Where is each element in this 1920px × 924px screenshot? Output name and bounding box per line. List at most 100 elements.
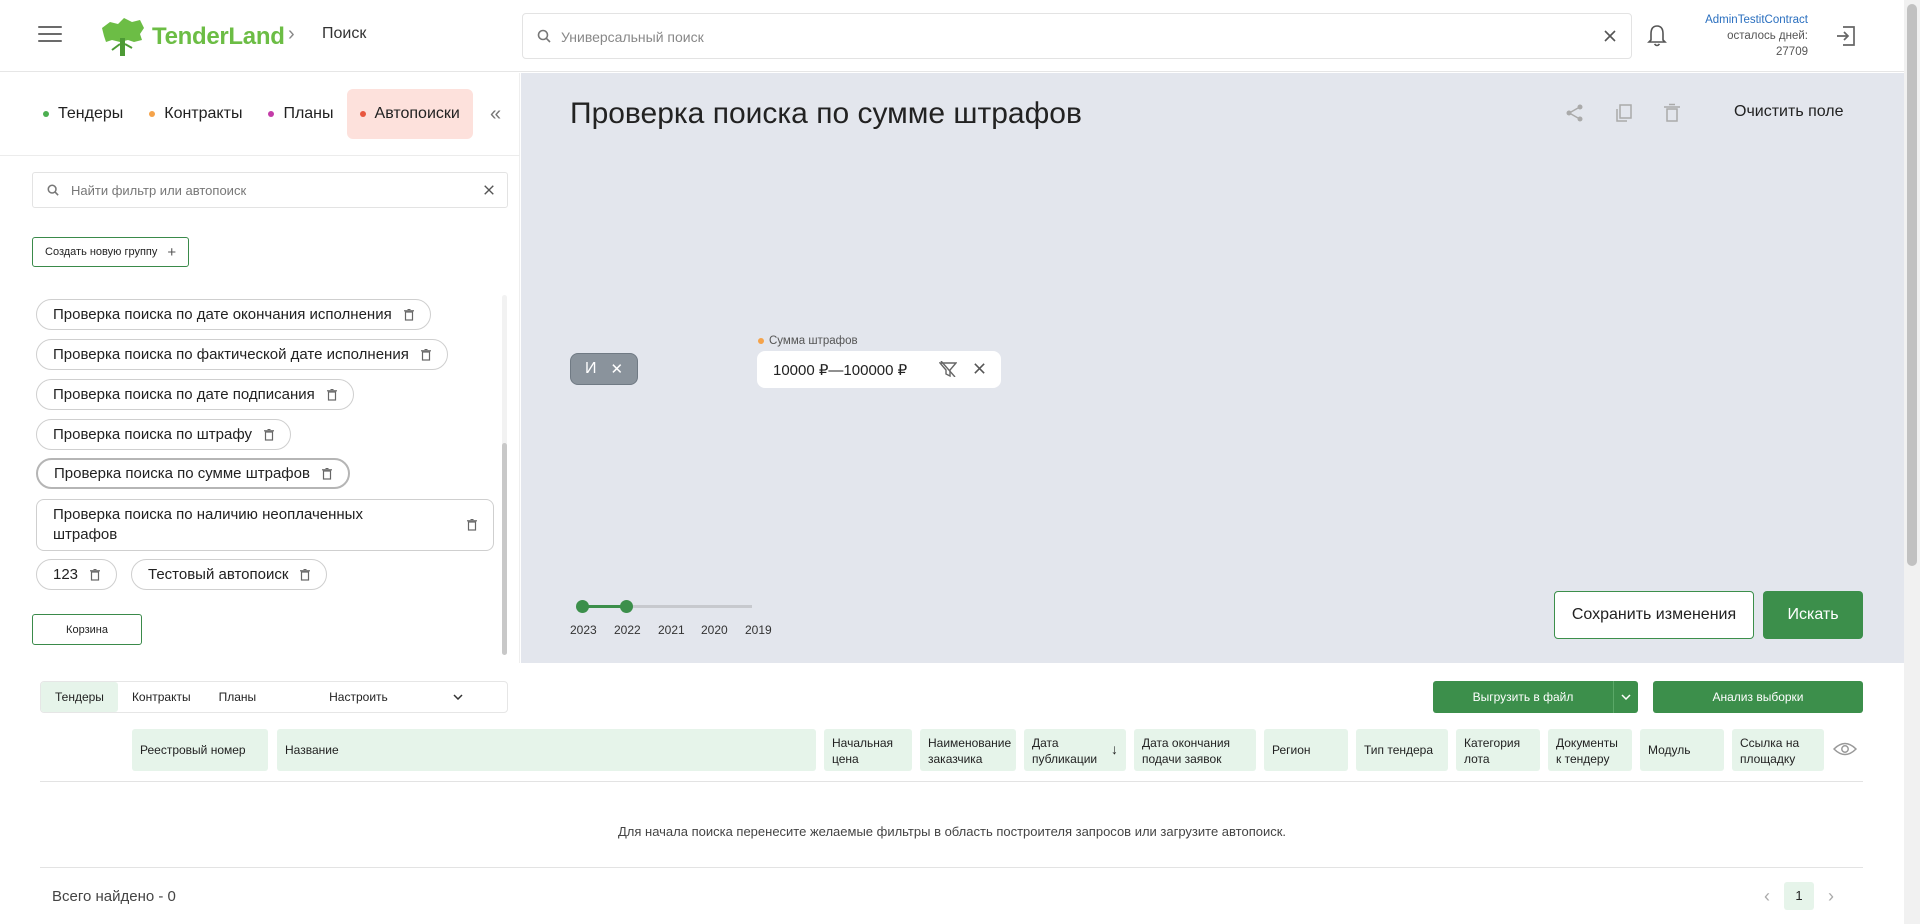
page-scrollbar[interactable]: [1904, 0, 1920, 924]
column-header-sorted[interactable]: Дата публикации ↓: [1024, 729, 1126, 771]
pagination: ‹ 1 ›: [1752, 882, 1846, 910]
export-dropdown[interactable]: [1613, 681, 1638, 713]
create-group-button[interactable]: Создать новую группу +: [32, 237, 190, 267]
clear-field-button[interactable]: Очистить поле: [1734, 103, 1844, 121]
trash-icon[interactable]: [467, 519, 477, 531]
user-info: AdminTestitContract осталось дней: 27709: [1680, 12, 1808, 60]
tab-contracts[interactable]: Контракты: [136, 89, 255, 139]
total-found: Всего найдено - 0: [52, 888, 176, 905]
filter-value: 10000 ₽—100000 ₽: [773, 361, 908, 379]
tab-plans[interactable]: Планы: [255, 89, 346, 139]
prev-page-icon[interactable]: ‹: [1752, 886, 1782, 907]
tab-autosearches[interactable]: Автопоиски: [346, 89, 473, 139]
sort-arrow-down-icon[interactable]: ↓: [1111, 741, 1118, 757]
results-tab-tenders[interactable]: Тендеры: [41, 682, 118, 712]
trash-icon[interactable]: [300, 568, 311, 581]
close-icon[interactable]: ✕: [610, 360, 623, 378]
breadcrumb[interactable]: Поиск: [322, 25, 366, 43]
column-header[interactable]: Категория лота: [1456, 729, 1540, 771]
and-operator-chip[interactable]: И ✕: [570, 353, 638, 385]
column-header[interactable]: Наименование заказчика: [920, 729, 1016, 771]
saved-search-item[interactable]: Проверка поиска по дате подписания: [36, 379, 354, 410]
column-header[interactable]: Ссылка на площадку: [1732, 729, 1824, 771]
filter-search[interactable]: [32, 172, 508, 208]
query-title: Проверка поиска по сумме штрафов: [570, 97, 1082, 130]
scrollbar-thumb[interactable]: [1907, 4, 1917, 566]
logout-icon[interactable]: [1834, 24, 1858, 48]
trash-icon[interactable]: [420, 348, 431, 361]
configure-dropdown[interactable]: Настроить: [315, 682, 465, 712]
year-range-slider[interactable]: 2023 2022 2021 2020 2019: [570, 597, 772, 637]
left-panel: Тендеры Контракты Планы Автопоиски « Соз…: [0, 73, 520, 663]
column-header[interactable]: Модуль: [1640, 729, 1724, 771]
search-button[interactable]: Искать: [1763, 591, 1863, 639]
results-tab-contracts[interactable]: Контракты: [118, 682, 205, 712]
clear-search-icon[interactable]: [1603, 29, 1617, 43]
column-header[interactable]: Название: [277, 729, 816, 771]
autosearches-dot: [359, 111, 366, 117]
column-header[interactable]: Реестровый номер: [132, 729, 268, 771]
saved-search-label: Проверка поиска по фактической дате испо…: [53, 346, 409, 363]
collapse-panel-icon[interactable]: «: [490, 103, 501, 126]
trash-icon[interactable]: [403, 308, 414, 321]
contracts-dot: [149, 111, 156, 117]
trash-icon[interactable]: [90, 568, 101, 581]
column-header[interactable]: Дата окончания подачи заявок: [1134, 729, 1256, 771]
slider-handle-start[interactable]: [576, 600, 589, 613]
results-tab-plans[interactable]: Планы: [205, 682, 271, 712]
trash-icon[interactable]: [321, 467, 332, 480]
year-label: 2023: [570, 623, 597, 637]
share-icon[interactable]: [1565, 103, 1585, 123]
tenders-dot: [43, 111, 49, 117]
divider: [40, 867, 1863, 868]
empty-results-message: Для начала поиска перенесите желаемые фи…: [617, 824, 1287, 839]
saved-search-item[interactable]: Проверка поиска по штрафу: [36, 419, 291, 450]
tab-label: Тендеры: [58, 105, 124, 122]
close-icon[interactable]: [973, 362, 986, 375]
page-number[interactable]: 1: [1784, 882, 1814, 910]
slider-handle-end[interactable]: [620, 600, 633, 613]
saved-search-item-selected[interactable]: Проверка поиска по сумме штрафов: [36, 458, 350, 489]
menu-icon[interactable]: [38, 26, 62, 46]
search-icon: [537, 29, 551, 43]
next-page-icon[interactable]: ›: [1816, 886, 1846, 907]
saved-search-item[interactable]: 123: [36, 559, 118, 590]
delete-icon[interactable]: [1663, 103, 1681, 123]
copy-icon[interactable]: [1614, 103, 1634, 123]
basket-button[interactable]: Корзина: [32, 614, 142, 645]
saved-search-item[interactable]: Проверка поиска по дате окончания исполн…: [36, 299, 431, 330]
trash-icon[interactable]: [326, 388, 337, 401]
filter-search-input[interactable]: [71, 179, 471, 201]
clear-filter-icon[interactable]: [483, 184, 495, 196]
saved-search-label: Проверка поиска по наличию неоплаченных …: [53, 506, 363, 543]
saved-search-item[interactable]: Проверка поиска по фактической дате испо…: [36, 339, 448, 370]
left-scrollbar[interactable]: [502, 295, 507, 655]
column-header[interactable]: Начальная цена: [824, 729, 912, 771]
column-header[interactable]: Регион: [1264, 729, 1348, 771]
column-header[interactable]: Документы к тендеру: [1548, 729, 1632, 771]
filter-off-icon[interactable]: [939, 361, 957, 377]
saved-search-item[interactable]: Проверка поиска по наличию неоплаченных …: [36, 499, 494, 551]
user-name[interactable]: AdminTestitContract: [1680, 12, 1808, 28]
universal-search[interactable]: [522, 13, 1632, 59]
tenderland-logo[interactable]: TenderLand: [98, 14, 285, 58]
results-tabs: Тендеры Контракты Планы Настроить: [40, 681, 508, 713]
universal-search-input[interactable]: [561, 24, 1561, 50]
column-header[interactable]: Тип тендера: [1356, 729, 1448, 771]
trash-icon[interactable]: [264, 428, 274, 441]
save-changes-button[interactable]: Сохранить изменения: [1554, 591, 1754, 639]
penalty-sum-filter[interactable]: 10000 ₽—100000 ₽: [757, 351, 1001, 388]
divider: [0, 155, 520, 156]
column-label: Дата публикации: [1032, 736, 1098, 766]
year-label: 2021: [658, 623, 685, 637]
bell-icon[interactable]: [1647, 24, 1667, 48]
tab-label: Автопоиски: [374, 105, 460, 122]
filter-name-text: Сумма штрафов: [769, 335, 858, 347]
export-button[interactable]: Выгрузить в файл: [1433, 681, 1638, 713]
scrollbar-thumb[interactable]: [502, 443, 507, 655]
eye-icon[interactable]: [1833, 741, 1857, 757]
saved-search-item[interactable]: Тестовый автопоиск: [131, 559, 328, 590]
analysis-button[interactable]: Анализ выборки: [1653, 681, 1863, 713]
tab-tenders[interactable]: Тендеры: [30, 89, 136, 139]
plus-icon: +: [167, 243, 177, 261]
